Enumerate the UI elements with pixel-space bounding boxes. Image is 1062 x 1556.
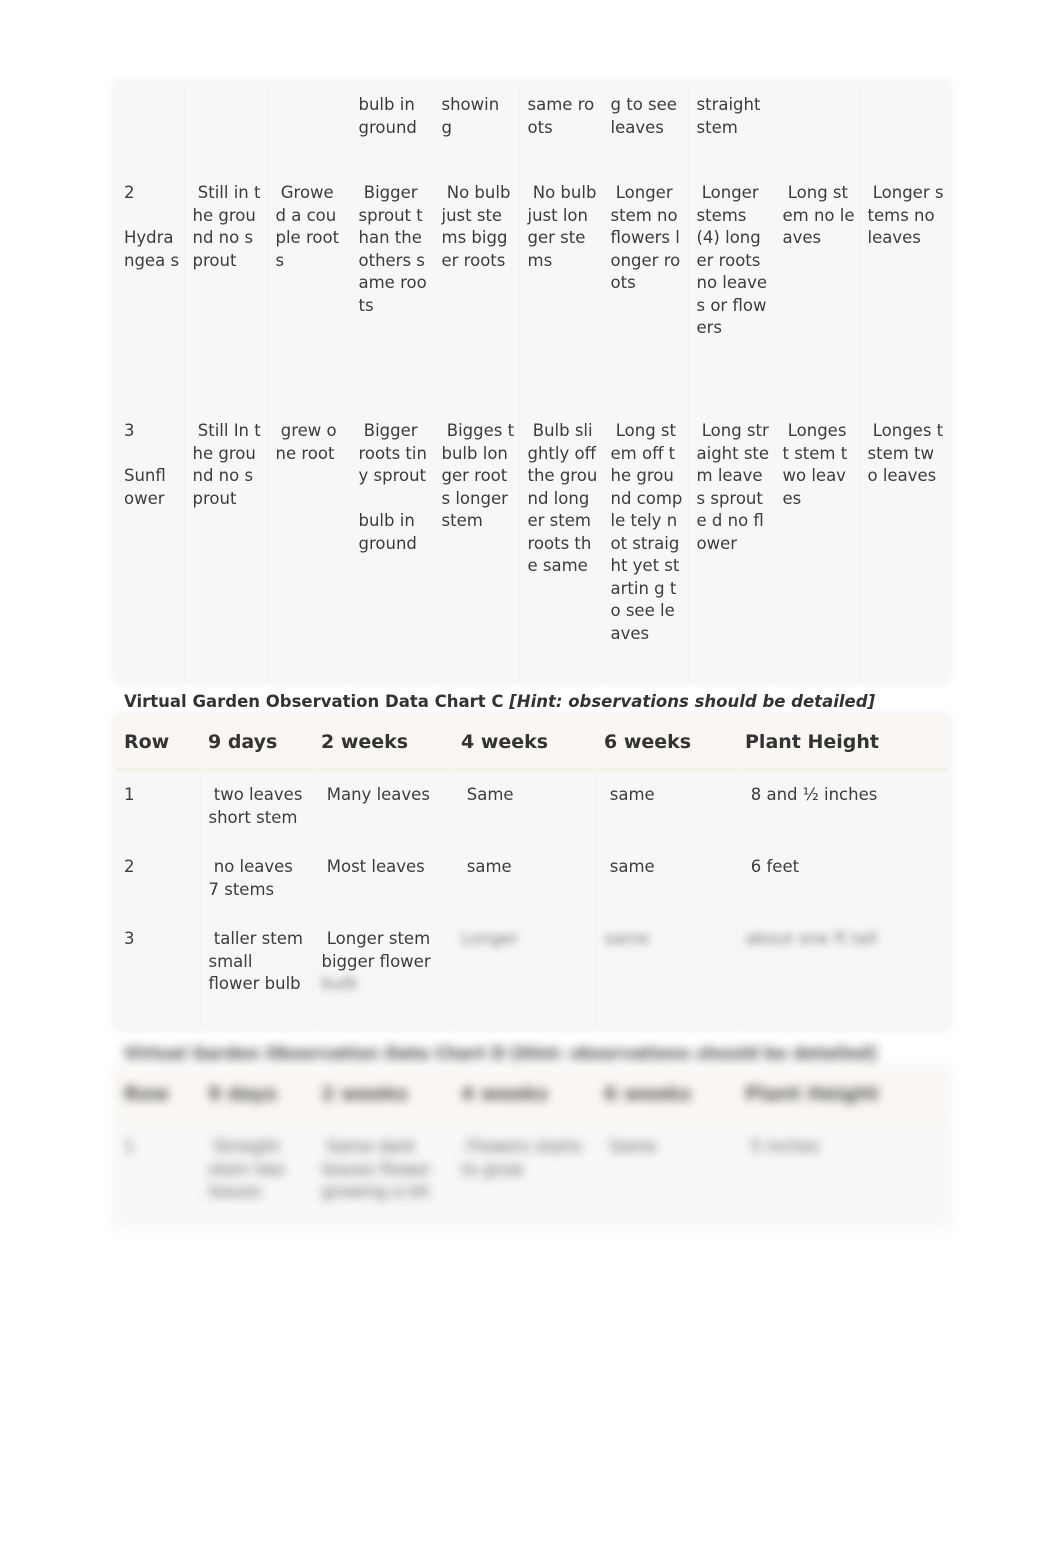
observation-cell: Flowers starts to grow: [453, 1122, 597, 1226]
observation-cell: Still In the ground no sprout: [184, 410, 268, 682]
chart-c-title-text: Virtual Garden Observation Data Chart C: [124, 692, 510, 711]
blurred-text: bulb: [321, 974, 358, 993]
observation-cell: Still in the ground no sprout: [184, 172, 268, 410]
observation-chart-c-table: Row 9 days 2 weeks 4 weeks 6 weeks Plant…: [116, 716, 948, 1028]
observation-cell: Long stem no leaves: [774, 172, 860, 410]
observation-cell: Most leaves: [313, 844, 454, 916]
blurred-text: Longer: [461, 929, 519, 948]
observation-cell: Same: [596, 1122, 738, 1226]
observation-cell: [774, 82, 860, 172]
observation-cell: same: [596, 844, 738, 916]
observation-cell: straight stem: [688, 82, 775, 172]
chart-c-hint: [Hint: observations should be detailed]: [509, 692, 876, 711]
blurred-text: about one ft tall: [745, 929, 878, 948]
observation-cell: Longer stem bigger flower bulb: [313, 916, 454, 1028]
observation-cell: [184, 82, 268, 172]
column-header: 2 weeks: [313, 716, 453, 772]
observation-cell: same: [596, 916, 738, 1028]
document-page: bulb in ground showin g same roots g to …: [116, 82, 948, 1226]
observation-cell: Long stem off the ground comple tely not…: [602, 410, 689, 682]
chart-d-title: Virtual Garden Observation Data Chart D …: [124, 1044, 877, 1063]
row-label: 1: [116, 1122, 201, 1226]
observation-cell: No bulb just longer stems: [519, 172, 603, 410]
observation-cell: [859, 82, 948, 172]
observation-cell: same: [596, 770, 738, 844]
column-header: 9 days: [200, 1068, 313, 1124]
table-row: bulb in ground showin g same roots g to …: [116, 82, 948, 172]
observation-cell: bulb in ground: [350, 82, 434, 172]
column-header: 9 days: [200, 716, 313, 772]
table-row: 1 Straight stem two leaves Same dark lea…: [116, 1122, 948, 1226]
observation-chart-b-table: bulb in ground showin g same roots g to …: [116, 82, 948, 682]
table-header-row: Row 9 days 2 weeks 4 weeks 6 weeks Plant…: [116, 716, 948, 772]
observation-cell: Straight stem two leaves: [200, 1122, 314, 1226]
table-row: 2 Hydra ngea s Still in the ground no sp…: [116, 172, 948, 410]
observation-cell: grew one root: [267, 410, 351, 682]
observation-cell: [267, 82, 351, 172]
chart-c-title: Virtual Garden Observation Data Chart C …: [124, 688, 948, 716]
observation-cell: Bigges t bulb longer roots longer stem: [433, 410, 520, 682]
observation-cell: Same dark leaves flower growing a bit: [313, 1122, 454, 1226]
observation-cell: taller stem small flower bulb: [200, 916, 314, 1028]
column-header: 4 weeks: [453, 716, 596, 772]
observation-cell: No bulb just stems bigger roots: [433, 172, 520, 410]
observation-cell: Longes t stem two leaves: [867, 421, 949, 485]
column-header: 4 weeks: [453, 1068, 596, 1124]
observation-cell: showin g: [433, 82, 520, 172]
observation-cell: same roots: [519, 82, 603, 172]
row-label: 3: [116, 916, 201, 1028]
blurred-chart-d-section: Virtual Garden Observation Data Chart D …: [116, 1040, 948, 1226]
observation-text: Longer stem bigger flower: [321, 929, 436, 971]
observation-chart-d-table: Row 9 days 2 weeks 4 weeks 6 weeks Plant…: [116, 1068, 948, 1226]
row-label: [116, 82, 185, 172]
table-row: 3 taller stem small flower bulb Longer s…: [116, 916, 948, 1028]
row-label: 2 Hydra ngea s: [116, 172, 185, 410]
plant-height-cell: 8 and ½ inches: [745, 785, 878, 804]
observation-cell: same: [453, 844, 597, 916]
observation-cell: two leaves short stem: [200, 770, 314, 844]
column-header: Row: [116, 1068, 200, 1124]
observation-cell: g to see leaves: [602, 82, 689, 172]
table-row: 1 two leaves short stem Many leaves Same…: [116, 770, 948, 844]
observation-cell: Longer: [453, 916, 597, 1028]
row-label: 3 Sunfl ower: [116, 410, 185, 682]
column-header: 6 weeks: [596, 716, 737, 772]
observation-cell: Bigger sprout than the others same roots: [350, 172, 434, 410]
column-header: Row: [116, 716, 200, 772]
column-header: 2 weeks: [313, 1068, 453, 1124]
table-header-row: Row 9 days 2 weeks 4 weeks 6 weeks Plant…: [116, 1068, 948, 1124]
observation-cell: Bulb slightly off the ground longer stem…: [519, 410, 603, 682]
row-label: 1: [116, 770, 201, 844]
observation-cell: Same: [453, 770, 597, 844]
observation-cell: Longes t stem two leaves: [774, 410, 860, 682]
column-header: Plant Height: [737, 716, 948, 772]
table-row: 3 Sunfl ower Still In the ground no spro…: [116, 410, 948, 682]
observation-cell: Longer stems no leaves: [867, 183, 944, 247]
plant-height-cell: about one ft tall: [737, 916, 948, 1028]
observation-cell: Growe d a couple roots: [267, 172, 351, 410]
observation-cell: Longer stem no flowers longer roots: [602, 172, 689, 410]
observation-cell: Many leaves: [313, 770, 454, 844]
observation-cell: no leaves 7 stems: [200, 844, 314, 916]
table-row: 2 no leaves 7 stems Most leaves same sam…: [116, 844, 948, 916]
column-header: 6 weeks: [596, 1068, 737, 1124]
plant-height-cell: 6 feet: [745, 857, 800, 876]
blurred-text: same: [604, 929, 650, 948]
plant-height-cell: 5 inches: [745, 1137, 820, 1156]
observation-cell: Long straight stem leaves sproute d no f…: [688, 410, 775, 682]
column-header: Plant Height: [737, 1068, 948, 1124]
row-label: 2: [116, 844, 201, 916]
observation-cell: Longer stems (4) longer roots no leaves …: [688, 172, 775, 410]
observation-cell: Bigger roots tiny sprout bulb in ground: [350, 410, 434, 682]
